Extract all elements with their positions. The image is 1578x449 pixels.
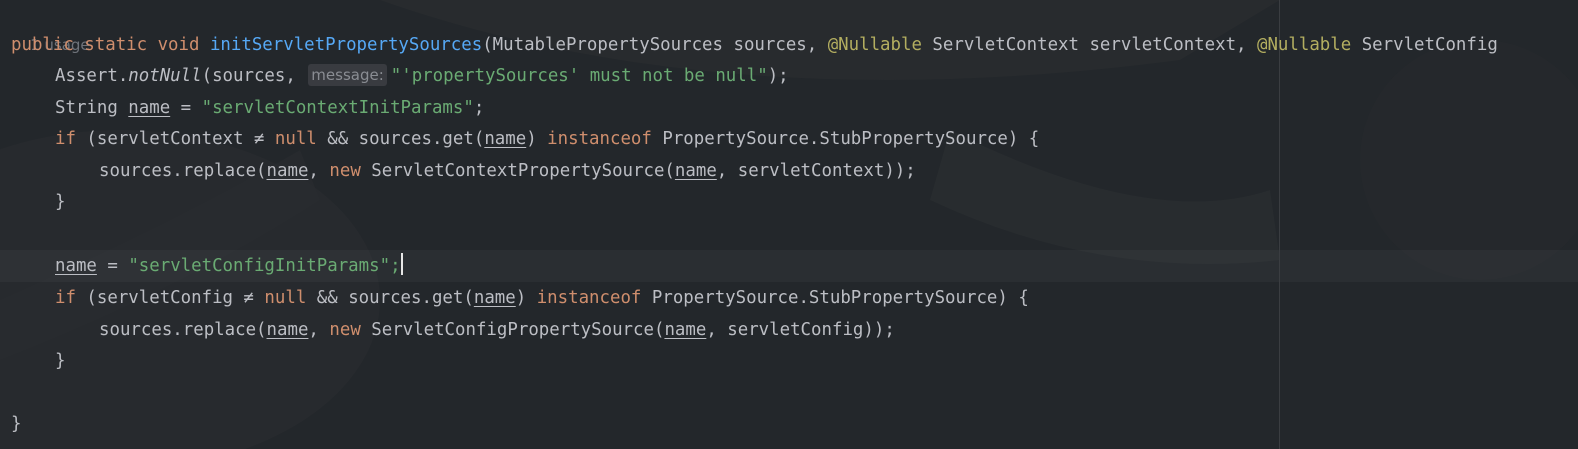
code-line-5[interactable]: sources.replace(name, new ServletContext… [99,155,916,187]
if-condition-b: && sources.get( [316,129,485,149]
assert-message: "'propertySources' must not be null" [390,66,768,86]
if-condition-a: (servletContext ≠ [75,129,275,149]
semicolon: ; [390,256,401,276]
code-editor[interactable]: 1 usage public static void initServletPr… [0,0,1578,449]
if-tail: PropertySource.StubPropertySource) { [641,288,1029,308]
parameter-hint: message: [308,64,387,86]
close-brace: } [11,414,22,434]
comma: , [308,161,330,181]
code-line-10[interactable]: sources.replace(name, new ServletConfigP… [99,314,895,346]
code-line-13[interactable]: } [11,408,21,440]
var-name: name [55,256,97,276]
instanceof-keyword: instanceof [547,129,652,149]
var-name: name [484,129,527,149]
if-condition-a: (servletConfig ≠ [75,288,265,308]
code-line-8[interactable]: name = "servletConfigInitParams"; [55,250,403,282]
var-name: name [664,320,707,340]
replace-call: sources.replace( [99,161,267,181]
code-line-4[interactable]: if (servletContext ≠ null && sources.get… [55,123,1039,155]
instanceof-keyword: instanceof [536,288,642,308]
var-name: name [473,288,516,308]
if-condition-b: && sources.get( [306,288,474,308]
null-keyword: null [274,129,317,149]
nullable-annotation-1: @Nullable [827,35,922,55]
assert-class: Assert. [55,66,129,86]
text-cursor [400,253,403,275]
replace-end: , servletConfig)); [706,320,895,340]
semicolon: ; [473,98,485,118]
if-tail: PropertySource.StubPropertySource) { [651,129,1040,149]
assign-value: "servletConfigInitParams" [128,256,391,276]
replace-class: ServletConfigPropertySource( [360,320,665,340]
null-keyword: null [264,288,307,308]
var-name: name [266,161,309,181]
sig-params-mid: ServletContext servletContext, [921,35,1257,55]
code-line-1[interactable]: public static void initServletPropertySo… [11,29,1498,61]
sig-keywords: public static void [11,35,200,55]
assign-op: = [170,98,202,118]
method-name[interactable]: initServletPropertySources [210,35,482,55]
close-brace: } [55,351,66,371]
var-name: name [674,161,717,181]
var-name: name [128,98,171,118]
var-name: name [266,320,309,340]
code-line-3[interactable]: String name = "servletContextInitParams"… [55,92,484,124]
assign-op: = [96,256,129,276]
code-line-9[interactable]: if (servletConfig ≠ null && sources.get(… [55,282,1029,314]
close-paren: ) [526,129,537,149]
new-keyword: new [329,320,361,340]
close-paren: ) [515,288,527,308]
replace-class: ServletContextPropertySource( [360,161,675,181]
code-line-11[interactable]: } [55,345,65,377]
replace-call: sources.replace( [99,320,267,340]
nullable-annotation-2: @Nullable [1256,35,1352,55]
sig-params-open: (MutablePropertySources sources, [482,35,828,55]
right-margin-guide [1279,0,1280,449]
replace-end: , servletContext)); [716,161,916,181]
decl-type: String [55,98,129,118]
assert-method: notNull [128,66,202,86]
new-keyword: new [329,161,361,181]
if-keyword: if [55,288,76,308]
close-brace: } [55,192,66,212]
assert-end: ); [767,66,789,86]
decl-value: "servletContextInitParams" [201,98,474,118]
if-keyword: if [55,129,76,149]
usages-hint[interactable]: 1 usage [11,0,90,54]
code-line-2[interactable]: Assert.notNull(sources, message: "'proper… [55,60,789,92]
sig-params-end: ServletConfig [1351,35,1498,55]
comma: , [308,320,330,340]
assert-open: (sources, [201,66,307,86]
code-line-6[interactable]: } [55,186,65,218]
